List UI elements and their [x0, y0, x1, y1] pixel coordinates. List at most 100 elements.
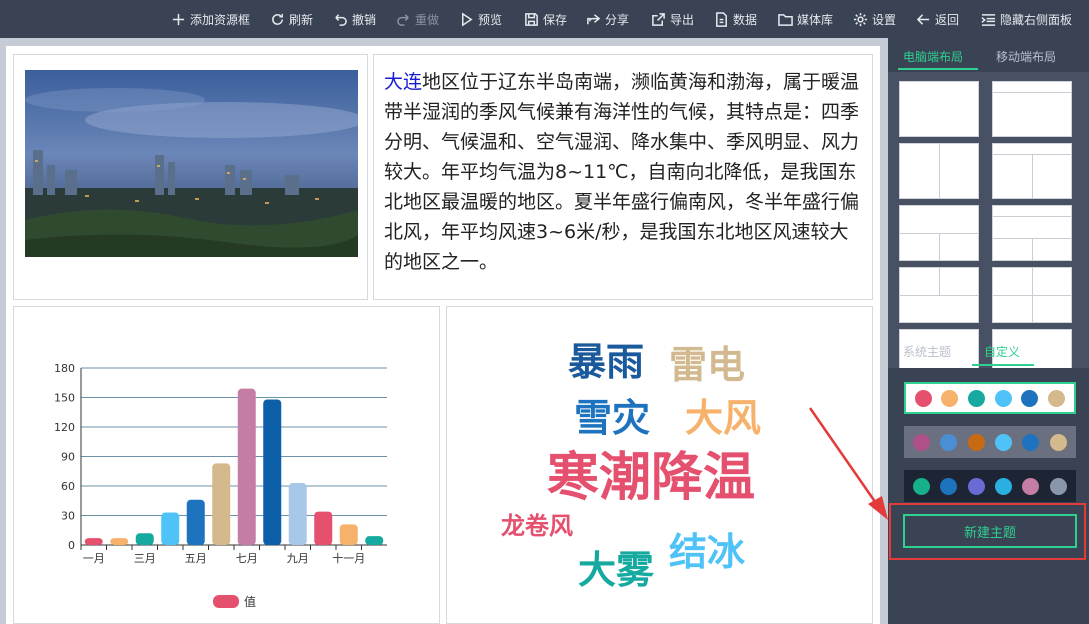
gear-icon — [853, 12, 868, 26]
theme-color-dot — [1049, 433, 1067, 451]
bar — [237, 388, 256, 545]
tab-custom-theme[interactable]: 自定义 — [984, 343, 1020, 360]
layout-template-two-top-one-bottom[interactable] — [899, 267, 979, 323]
tab-pc-layout[interactable]: 电脑端布局 — [903, 48, 963, 65]
save-button[interactable]: 保存 — [524, 0, 567, 38]
theme-color-dot — [913, 433, 931, 451]
back-button[interactable]: 返回 — [916, 0, 959, 38]
redo-label: 重做 — [415, 12, 440, 27]
word-cloud-word: 大雾 — [578, 548, 655, 592]
layout-template-single[interactable] — [899, 81, 979, 137]
bar — [263, 399, 282, 545]
save-icon — [525, 12, 538, 26]
save-label: 保存 — [543, 12, 568, 27]
x-tick-label: 九月 — [287, 552, 309, 565]
plus-icon — [172, 13, 185, 25]
theme-color-dot — [995, 433, 1013, 451]
export-label: 导出 — [670, 12, 695, 27]
theme-color-dot — [1049, 477, 1067, 495]
theme-color-dot — [1048, 389, 1066, 407]
layout-template-quad[interactable] — [992, 267, 1072, 323]
data-button[interactable]: 数据 — [714, 0, 757, 38]
y-tick-label: 150 — [54, 392, 75, 405]
theme-color-dot — [994, 389, 1012, 407]
x-tick-label: 三月 — [134, 552, 156, 565]
settings-label: 设置 — [872, 12, 897, 27]
word-cloud-word: 寒潮降温 — [547, 448, 756, 508]
top-toolbar: 添加资源框 刷新 撤销 重做 预览 保存 分享 导出 数据 媒体库 设置 返回 … — [0, 0, 1089, 38]
annotation-highlight-box — [889, 503, 1086, 560]
layout-template-top-two-bottom[interactable] — [899, 205, 979, 261]
refresh-button[interactable]: 刷新 — [270, 0, 313, 38]
theme-color-dot — [1022, 433, 1040, 451]
x-tick-label: 一月 — [83, 552, 105, 565]
x-tick-label: 七月 — [236, 552, 258, 565]
preview-label: 预览 — [478, 12, 503, 27]
layout-templates — [888, 72, 1089, 368]
y-tick-label: 180 — [54, 362, 75, 375]
theme-color-dot — [995, 477, 1013, 495]
tab-system-theme[interactable]: 系统主题 — [903, 343, 951, 360]
y-tick-label: 90 — [61, 451, 75, 464]
undo-button[interactable]: 撤销 — [333, 0, 376, 38]
redo-button[interactable]: 重做 — [396, 0, 439, 38]
tab-mobile-layout[interactable]: 移动端布局 — [996, 48, 1056, 65]
description-body: 地区位于辽东半岛南端，濒临黄海和渤海，属于暖温带半湿润的季风气候兼有海洋性的气候… — [384, 71, 860, 273]
y-tick-label: 120 — [54, 421, 75, 434]
redo-icon — [397, 13, 409, 26]
legend-swatch — [213, 595, 239, 608]
word-cloud-word: 大风 — [685, 396, 762, 440]
bar — [314, 511, 333, 545]
refresh-label: 刷新 — [289, 12, 314, 27]
theme-color-dot — [967, 433, 985, 451]
y-tick-label: 0 — [68, 539, 75, 552]
city-night-photo — [25, 70, 358, 257]
preview-button[interactable]: 预览 — [459, 0, 502, 38]
bar — [288, 483, 307, 545]
export-icon — [652, 12, 665, 26]
export-button[interactable]: 导出 — [651, 0, 694, 38]
theme-color-dot — [968, 389, 986, 407]
theme-option-1[interactable] — [904, 382, 1076, 414]
share-label: 分享 — [605, 12, 630, 27]
bar — [365, 536, 384, 545]
undo-icon — [335, 13, 347, 26]
theme-option-3[interactable] — [904, 470, 1076, 502]
data-label: 数据 — [733, 12, 758, 27]
media-library-button[interactable]: 媒体库 — [778, 0, 833, 38]
media-library-label: 媒体库 — [797, 12, 834, 27]
hide-right-panel-label: 隐藏右侧面板 — [1000, 12, 1073, 27]
document-icon — [716, 11, 727, 27]
add-frame-button[interactable]: 添加资源框 — [171, 0, 250, 38]
refresh-icon — [272, 13, 283, 25]
layout-template-header-two-col[interactable] — [992, 143, 1072, 199]
layout-template-header-grid[interactable] — [992, 205, 1072, 261]
text-cell[interactable]: 大连地区位于辽东半岛南端，濒临黄海和渤海，属于暖温带半湿润的季风气候兼有海洋性的… — [373, 54, 873, 300]
legend-label: 值 — [244, 594, 256, 609]
settings-button[interactable]: 设置 — [853, 0, 896, 38]
add-frame-label: 添加资源框 — [190, 12, 251, 27]
undo-label: 撤销 — [352, 12, 377, 27]
layout-template-header[interactable] — [992, 81, 1072, 137]
layout-template-two-col[interactable] — [899, 143, 979, 199]
theme-color-dot — [940, 477, 958, 495]
y-tick-label: 60 — [61, 480, 75, 493]
theme-color-dot — [913, 477, 931, 495]
word-cloud-word: 雪灾 — [574, 396, 651, 440]
description-text: 大连地区位于辽东半岛南端，濒临黄海和渤海，属于暖温带半湿润的季风气候兼有海洋性的… — [384, 67, 862, 277]
tab-custom-underline — [972, 364, 1034, 366]
image-cell[interactable] — [13, 54, 368, 300]
share-button[interactable]: 分享 — [586, 0, 629, 38]
theme-color-dot — [914, 389, 932, 407]
theme-option-2[interactable] — [904, 426, 1076, 458]
word-cloud-word: 龙卷风 — [501, 512, 573, 540]
hide-right-panel-button[interactable]: 隐藏右侧面板 — [981, 0, 1072, 38]
x-tick-label: 十一月 — [332, 551, 365, 565]
arrow-left-icon — [916, 13, 930, 25]
bar-chart-cell[interactable]: 0 30 60 90 120 150 180 一月 三月 五月 七月 九月 十一月值 — [13, 306, 440, 624]
highlight-word: 大连 — [384, 71, 423, 93]
theme-color-dot — [941, 389, 959, 407]
bar — [339, 524, 358, 545]
x-tick-label: 五月 — [185, 552, 207, 565]
bar — [212, 463, 231, 545]
